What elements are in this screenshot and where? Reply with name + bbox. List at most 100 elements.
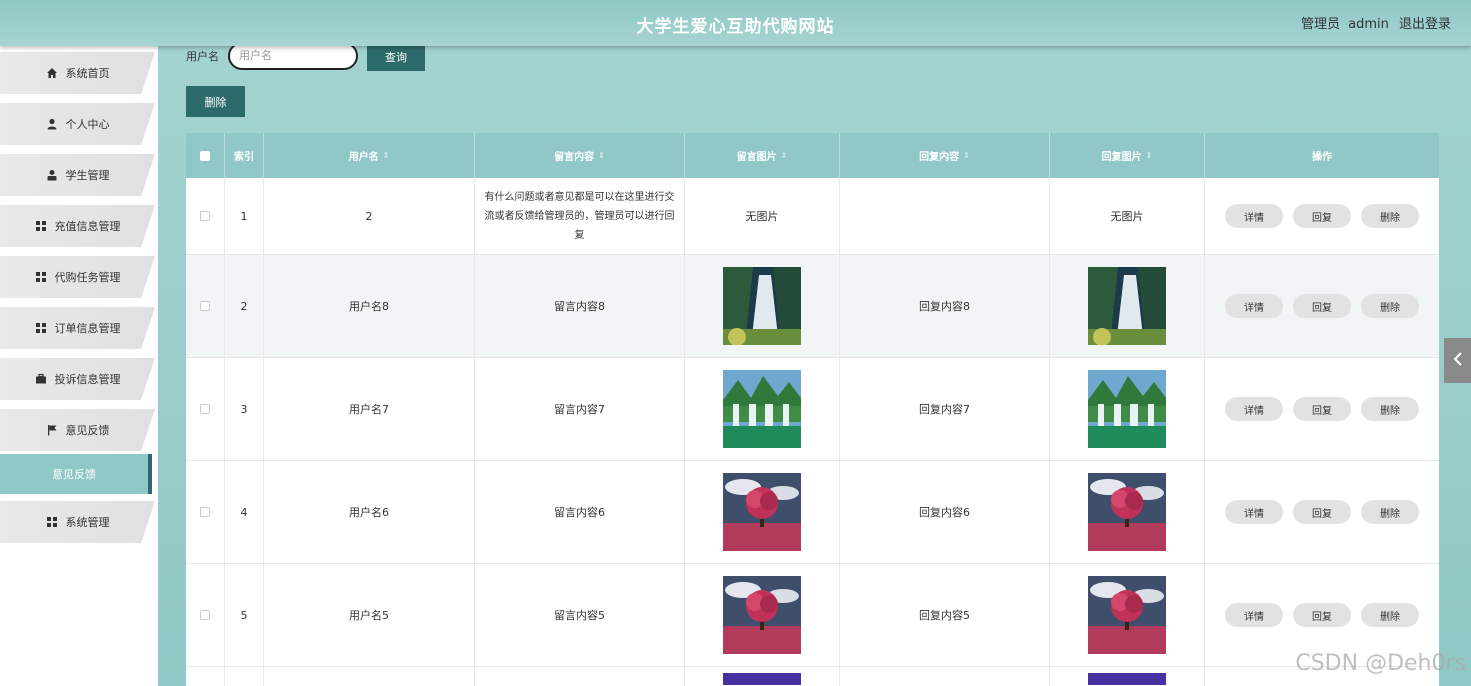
row-actions: 详情 回复 删除 [1205,461,1439,563]
row-index: 5 [225,564,264,666]
detail-button[interactable]: 详情 [1225,397,1283,421]
row-checkbox[interactable] [200,610,210,620]
batch-delete-button[interactable]: 删除 [186,86,245,117]
collapse-tab[interactable] [1444,338,1471,383]
row-index: 2 [225,255,264,357]
row-message-image[interactable] [685,358,840,460]
main-content: 用户名 用户名 查询 删除 索引 用户名 ⇕ 留言内容 ⇕ 留言图片 ⇕ 回复内容 ⇕ … [158,42,1471,686]
sidebar-item-label: 学生管理 [65,169,110,182]
row-checkbox[interactable] [200,404,210,414]
sort-icon: ⇕ [780,151,788,160]
table-row: 5 用户名5 留言内容5 回复内容5 详情 回复 删除 [186,564,1439,667]
sidebar-item-label: 系统首页 [65,67,110,80]
row-username: 用户名5 [264,564,475,666]
sidebar-item-students[interactable]: 学生管理 [0,154,155,196]
sidebar-item-feedback[interactable]: 意见反馈 [0,409,155,451]
row-reply-image [1050,667,1205,686]
row-checkbox[interactable] [200,301,210,311]
sidebar-item-label: 个人中心 [65,118,110,131]
sidebar-item-label: 系统管理 [65,516,110,529]
sidebar-item-home[interactable]: 系统首页 [0,52,155,94]
column-header[interactable]: 回复图片 ⇕ [1050,133,1205,178]
sidebar-item-personal[interactable]: 个人中心 [0,103,155,145]
sidebar-item-label: 充值信息管理 [54,220,121,233]
reply-button[interactable]: 回复 [1293,603,1351,627]
row-reply [840,178,1050,254]
reply-button[interactable]: 回复 [1293,204,1351,228]
partial-image [723,673,801,685]
table-row [186,667,1439,686]
sidebar-item-complaints[interactable]: 投诉信息管理 [0,358,155,400]
row-message-image[interactable] [685,564,840,666]
delete-button[interactable]: 删除 [1361,204,1419,228]
falls-image [1088,370,1166,448]
table-row: 3 用户名7 留言内容7 回复内容7 详情 回复 删除 [186,358,1439,461]
chevron-left-icon [1453,352,1463,369]
sidebar-item-recharge[interactable]: 充值信息管理 [0,205,155,247]
column-header[interactable]: 回复内容 ⇕ [840,133,1050,178]
column-header[interactable]: 用户名 ⇕ [264,133,475,178]
briefcase-icon [35,373,48,386]
sidebar-item-purchase-tasks[interactable]: 代购任务管理 [0,256,155,298]
delete-button[interactable]: 删除 [1361,397,1419,421]
row-message: 有什么问题或者意见都是可以在这里进行交流或者反馈给管理员的，管理员可以进行回复 [475,178,685,254]
row-reply-image[interactable] [1050,461,1205,563]
column-header: 操作 [1312,152,1332,163]
table-row: 1 2 有什么问题或者意见都是可以在这里进行交流或者反馈给管理员的，管理员可以进… [186,178,1439,255]
row-reply-image[interactable] [1050,564,1205,666]
delete-button[interactable]: 删除 [1361,500,1419,524]
feedback-table: 索引 用户名 ⇕ 留言内容 ⇕ 留言图片 ⇕ 回复内容 ⇕ 回复图片 ⇕ 操作 1 2 有… [186,133,1439,686]
reply-button[interactable]: 回复 [1293,500,1351,524]
query-button[interactable]: 查询 [367,42,425,71]
row-message: 留言内容5 [475,564,685,666]
sidebar-subitem-feedback[interactable]: 意见反馈 [0,454,152,494]
sidebar-item-label: 代购任务管理 [54,271,121,284]
row-message-image: 无图片 [685,178,840,254]
row-message-image[interactable] [685,255,840,357]
delete-button[interactable]: 删除 [1361,294,1419,318]
detail-button[interactable]: 详情 [1225,500,1283,524]
row-reply-image: 无图片 [1050,178,1205,254]
column-header[interactable]: 留言图片 ⇕ [685,133,840,178]
row-reply-image[interactable] [1050,255,1205,357]
grid-icon [35,220,48,233]
sidebar: 系统首页 个人中心 学生管理 充值信息管理 代购任务管理 订单信息管理 投诉信息… [0,46,158,686]
username: admin [1348,17,1389,32]
row-message: 留言内容7 [475,358,685,460]
logout-link[interactable]: 退出登录 [1399,17,1451,32]
row-actions: 详情 回复 删除 [1205,358,1439,460]
search-label: 用户名 [186,50,219,63]
tree-image [723,473,801,551]
grid-icon [46,516,59,529]
row-index: 4 [225,461,264,563]
sidebar-item-system[interactable]: 系统管理 [0,501,155,543]
select-all-cell [186,133,225,178]
sidebar-item-label: 意见反馈 [52,468,96,481]
row-index: 1 [225,178,264,254]
table-header: 索引 用户名 ⇕ 留言内容 ⇕ 留言图片 ⇕ 回复内容 ⇕ 回复图片 ⇕ 操作 [186,133,1439,178]
column-header: 索引 [225,133,264,178]
row-index: 3 [225,358,264,460]
row-reply-image[interactable] [1050,358,1205,460]
row-message-image[interactable] [685,461,840,563]
row-checkbox[interactable] [200,211,210,221]
reply-button[interactable]: 回复 [1293,294,1351,318]
grid-icon [35,322,48,335]
sidebar-item-orders[interactable]: 订单信息管理 [0,307,155,349]
reply-button[interactable]: 回复 [1293,397,1351,421]
row-message-image [685,667,840,686]
detail-button[interactable]: 详情 [1225,603,1283,627]
tree-image [723,576,801,654]
row-reply: 回复内容7 [840,358,1050,460]
row-checkbox[interactable] [200,507,210,517]
falls-image [723,370,801,448]
detail-button[interactable]: 详情 [1225,294,1283,318]
column-header[interactable]: 留言内容 ⇕ [475,133,685,178]
delete-button[interactable]: 删除 [1361,603,1419,627]
row-actions: 详情 回复 删除 [1205,255,1439,357]
search-input[interactable]: 用户名 [228,42,358,70]
watermark: CSDN @Deh0rs [1295,651,1466,676]
detail-button[interactable]: 详情 [1225,204,1283,228]
select-all-checkbox[interactable] [200,150,210,161]
sort-icon: ⇕ [598,151,605,160]
